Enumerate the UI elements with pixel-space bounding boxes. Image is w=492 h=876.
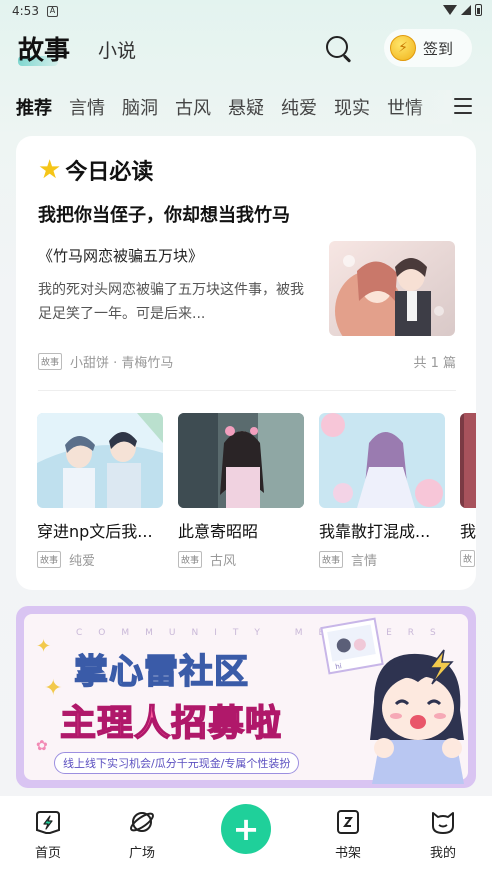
signin-button[interactable]: ⚡ 签到 (384, 29, 472, 67)
book-item[interactable]: 穿进np文后我... 故事 纯爱 (37, 413, 163, 569)
nav-mine[interactable]: 我的 (413, 808, 473, 861)
book-cover-image[interactable] (178, 413, 304, 508)
book-meta: 故事 言情 (319, 550, 445, 569)
featured-genre: 小甜饼 · 青梅竹马 (70, 356, 174, 371)
search-button[interactable] (324, 34, 354, 64)
divider (38, 390, 456, 391)
tag-badge: 故事 (38, 353, 63, 370)
community-banner[interactable]: COMMUNITY MEMBERS ✦ ✦ ✿ 掌心雷社区 主理人招募啦 线上线… (16, 606, 476, 788)
polaroid-caption: hi (335, 662, 343, 671)
category-tab-bl[interactable]: 纯爱 (281, 94, 317, 120)
tab-story[interactable]: 故事 (18, 30, 70, 67)
category-tab-recommend[interactable]: 推荐 (16, 94, 52, 120)
status-icons (443, 4, 482, 16)
category-tab-ancient[interactable]: 古风 (175, 94, 211, 120)
signin-label: 签到 (423, 39, 454, 58)
bottom-nav: 首页 广场 + 书架 我的 (0, 796, 492, 876)
top-header: 故事 小说 ⚡ 签到 (0, 24, 492, 74)
nav-shelf[interactable]: 书架 (318, 808, 378, 861)
section-title: ★ 今日必读 (38, 154, 153, 186)
tag-badge: 故 (460, 550, 476, 567)
tag-badge: 故事 (37, 551, 62, 568)
book-meta: 故事 纯爱 (37, 550, 163, 569)
flower-icon: ✿ (36, 738, 48, 754)
banner-title-line2: 主理人招募啦 (59, 702, 283, 745)
category-tab-reality[interactable]: 现实 (334, 94, 370, 120)
category-menu-icon[interactable] (454, 98, 472, 114)
book-cover-image[interactable] (37, 413, 163, 508)
book-cover-image[interactable] (460, 413, 476, 508)
battery-icon (475, 4, 482, 16)
nav-square[interactable]: 广场 (112, 808, 172, 861)
nav-square-label: 广场 (128, 846, 155, 861)
book-item[interactable]: 我 故 (460, 413, 476, 567)
section-title-text: 今日必读 (65, 160, 154, 185)
mascot-character-image (360, 644, 470, 788)
tag-badge: 故事 (319, 551, 344, 568)
category-tab-mystery[interactable]: 悬疑 (228, 94, 264, 120)
nav-home[interactable]: 首页 (18, 808, 78, 861)
book-meta: 故 (460, 550, 476, 567)
featured-subtitle[interactable]: 《竹马网恋被骗五万块》 (38, 245, 203, 266)
book-list: 穿进np文后我... 故事 纯爱 此意寄昭昭 故事 古风 我靠散打混成... 故… (37, 413, 476, 573)
book-title: 穿进np文后我... (37, 522, 153, 541)
cat-profile-icon (432, 812, 454, 834)
wifi-icon (443, 5, 457, 15)
banner-inner: COMMUNITY MEMBERS ✦ ✦ ✿ 掌心雷社区 主理人招募啦 线上线… (24, 614, 468, 784)
sparkle-icon: ✦ (36, 636, 52, 657)
book-meta: 故事 古风 (178, 550, 304, 569)
featured-headline[interactable]: 我把你当侄子，你却想当我竹马 (38, 201, 290, 227)
book-title: 我 (460, 522, 476, 541)
nav-mine-label: 我的 (429, 846, 456, 861)
featured-cover-image[interactable] (329, 241, 455, 336)
planet-icon (130, 812, 154, 832)
book-genre: 纯爱 (69, 554, 96, 569)
featured-meta: 故事 小甜饼 · 青梅竹马 共 1 篇 (38, 352, 456, 371)
nav-shelf-label: 书架 (334, 846, 361, 861)
category-tab-brainhole[interactable]: 脑洞 (122, 94, 158, 120)
status-bar: 4:53 A (0, 0, 492, 22)
star-icon: ★ (38, 155, 62, 185)
book-title: 我靠散打混成... (319, 522, 431, 541)
home-icon (36, 811, 60, 834)
notification-icon: A (46, 5, 58, 17)
book-title: 此意寄昭昭 (178, 522, 259, 541)
signal-icon (461, 5, 471, 15)
book-genre: 古风 (210, 554, 237, 569)
coin-icon: ⚡ (390, 35, 416, 61)
tab-novel[interactable]: 小说 (98, 36, 136, 63)
banner-title-line1: 掌心雷社区 (73, 651, 249, 693)
status-time: 4:53 (12, 4, 39, 18)
featured-count: 共 1 篇 (413, 356, 456, 371)
daily-pick-card: ★ 今日必读 我把你当侄子，你却想当我竹马 《竹马网恋被骗五万块》 我的死对头网… (16, 136, 476, 590)
tag-badge: 故事 (178, 551, 203, 568)
book-item[interactable]: 此意寄昭昭 故事 古风 (178, 413, 304, 569)
nav-home-label: 首页 (34, 846, 61, 861)
banner-tagline: 线上线下实习机会/瓜分千元现金/专属个性装扮 (54, 752, 300, 774)
category-tab-romance[interactable]: 言情 (69, 94, 105, 120)
book-genre: 言情 (351, 554, 378, 569)
book-item[interactable]: 我靠散打混成... 故事 言情 (319, 413, 445, 569)
banner-community-text: COMMUNITY MEMBERS (76, 628, 452, 638)
add-button[interactable]: + (221, 804, 271, 854)
category-fade (412, 90, 452, 124)
bookshelf-icon (337, 810, 359, 834)
category-tabs: 推荐 言情 脑洞 古风 悬疑 纯爱 现实 世情 (0, 90, 492, 124)
featured-excerpt[interactable]: 我的死对头网恋被骗了五万块这件事，被我足足笑了一年。可是后来... (38, 278, 308, 326)
book-cover-image[interactable] (319, 413, 445, 508)
